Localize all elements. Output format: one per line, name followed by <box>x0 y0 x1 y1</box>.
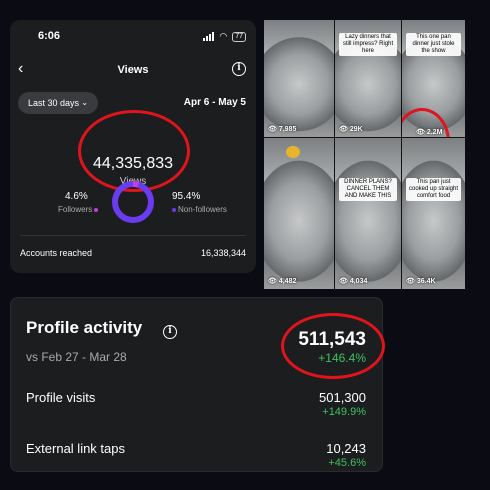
profile-visits-change: +149.9% <box>322 406 366 418</box>
profile-activity-title: Profile activity <box>26 318 143 337</box>
followers-percent: 4.6% <box>65 191 88 202</box>
accounts-reached-label: Accounts reached <box>20 248 93 258</box>
non-followers-arc <box>112 181 154 223</box>
date-range: Apr 6 - May 5 <box>183 97 246 108</box>
chevron-down-icon: ⌄ <box>81 98 88 107</box>
status-icons: ◠ 77 <box>203 31 246 42</box>
profile-visits-value: 501,300 <box>319 390 366 405</box>
nav-bar: ‹ Views i <box>10 60 256 80</box>
followers-label: Followers <box>58 205 93 214</box>
reel-tile[interactable]: 👁 4,482 <box>264 138 334 289</box>
reel-caption: DINNER PLANS? CANCEL THEM AND MAKE THIS <box>339 178 397 201</box>
external-link-taps-change: +45.6% <box>328 457 366 469</box>
info-icon[interactable]: i <box>232 62 246 76</box>
reel-tile[interactable]: DINNER PLANS? CANCEL THEM AND MAKE THIS … <box>335 138 401 289</box>
reel-tile[interactable]: Lazy dinners that still impress? Right h… <box>335 20 401 137</box>
battery-icon: 77 <box>232 31 246 42</box>
food-image <box>286 146 300 158</box>
status-bar: 6:06 ◠ 77 <box>10 28 256 44</box>
reel-caption: This pan just cooked up straight comfort… <box>406 178 461 201</box>
info-icon[interactable]: i <box>163 325 177 339</box>
status-time: 6:06 <box>38 30 61 42</box>
views-panel: 6:06 ◠ 77 ‹ Views i Last 30 days ⌄ Apr 6… <box>10 20 256 273</box>
accounts-reached-value: 16,338,344 <box>200 248 246 258</box>
wifi-icon: ◠ <box>219 31 228 41</box>
reel-caption: Lazy dinners that still impress? Right h… <box>339 33 397 56</box>
comparison-period: vs Feb 27 - Mar 28 <box>26 350 127 364</box>
reel-views: 👁 7,985 <box>268 126 297 133</box>
reel-views: 👁 36.4K <box>406 278 436 285</box>
reel-tile[interactable]: 👁 7,985 <box>264 20 334 137</box>
signal-icon <box>203 32 215 41</box>
pan-image <box>264 37 334 132</box>
non-followers-percent: 95.4% <box>172 191 201 202</box>
profile-activity-panel: Profile activity i vs Feb 27 - Mar 28 51… <box>10 297 385 472</box>
reel-views: 👁 4,482 <box>268 278 297 285</box>
page-title: Views <box>117 64 149 76</box>
external-link-taps-label: External link taps <box>26 441 125 456</box>
non-followers-legend: Non-followers <box>172 205 227 214</box>
non-followers-dot-icon <box>172 207 176 212</box>
reel-tile[interactable]: This pan just cooked up straight comfort… <box>402 138 465 289</box>
non-followers-label: Non-followers <box>178 205 227 214</box>
followers-donut-chart <box>112 181 154 223</box>
followers-legend: Followers <box>58 205 99 214</box>
followers-dot-icon <box>94 207 99 212</box>
divider <box>20 235 246 236</box>
date-filter-button[interactable]: Last 30 days ⌄ <box>18 92 98 114</box>
highlight-circle <box>281 313 385 379</box>
pan-image <box>264 160 334 282</box>
profile-visits-label: Profile visits <box>26 390 96 405</box>
reel-caption: This one pan dinner just stole the show <box>406 33 461 56</box>
reel-tile[interactable]: This one pan dinner just stole the show … <box>402 20 465 137</box>
reels-grid: 👁 7,985 Lazy dinners that still impress?… <box>264 20 465 289</box>
reel-views: 👁 4,034 <box>339 278 368 285</box>
external-link-taps-value: 10,243 <box>326 441 366 456</box>
date-filter-label: Last 30 days <box>28 98 80 108</box>
reel-views: 👁 29K <box>339 126 363 133</box>
